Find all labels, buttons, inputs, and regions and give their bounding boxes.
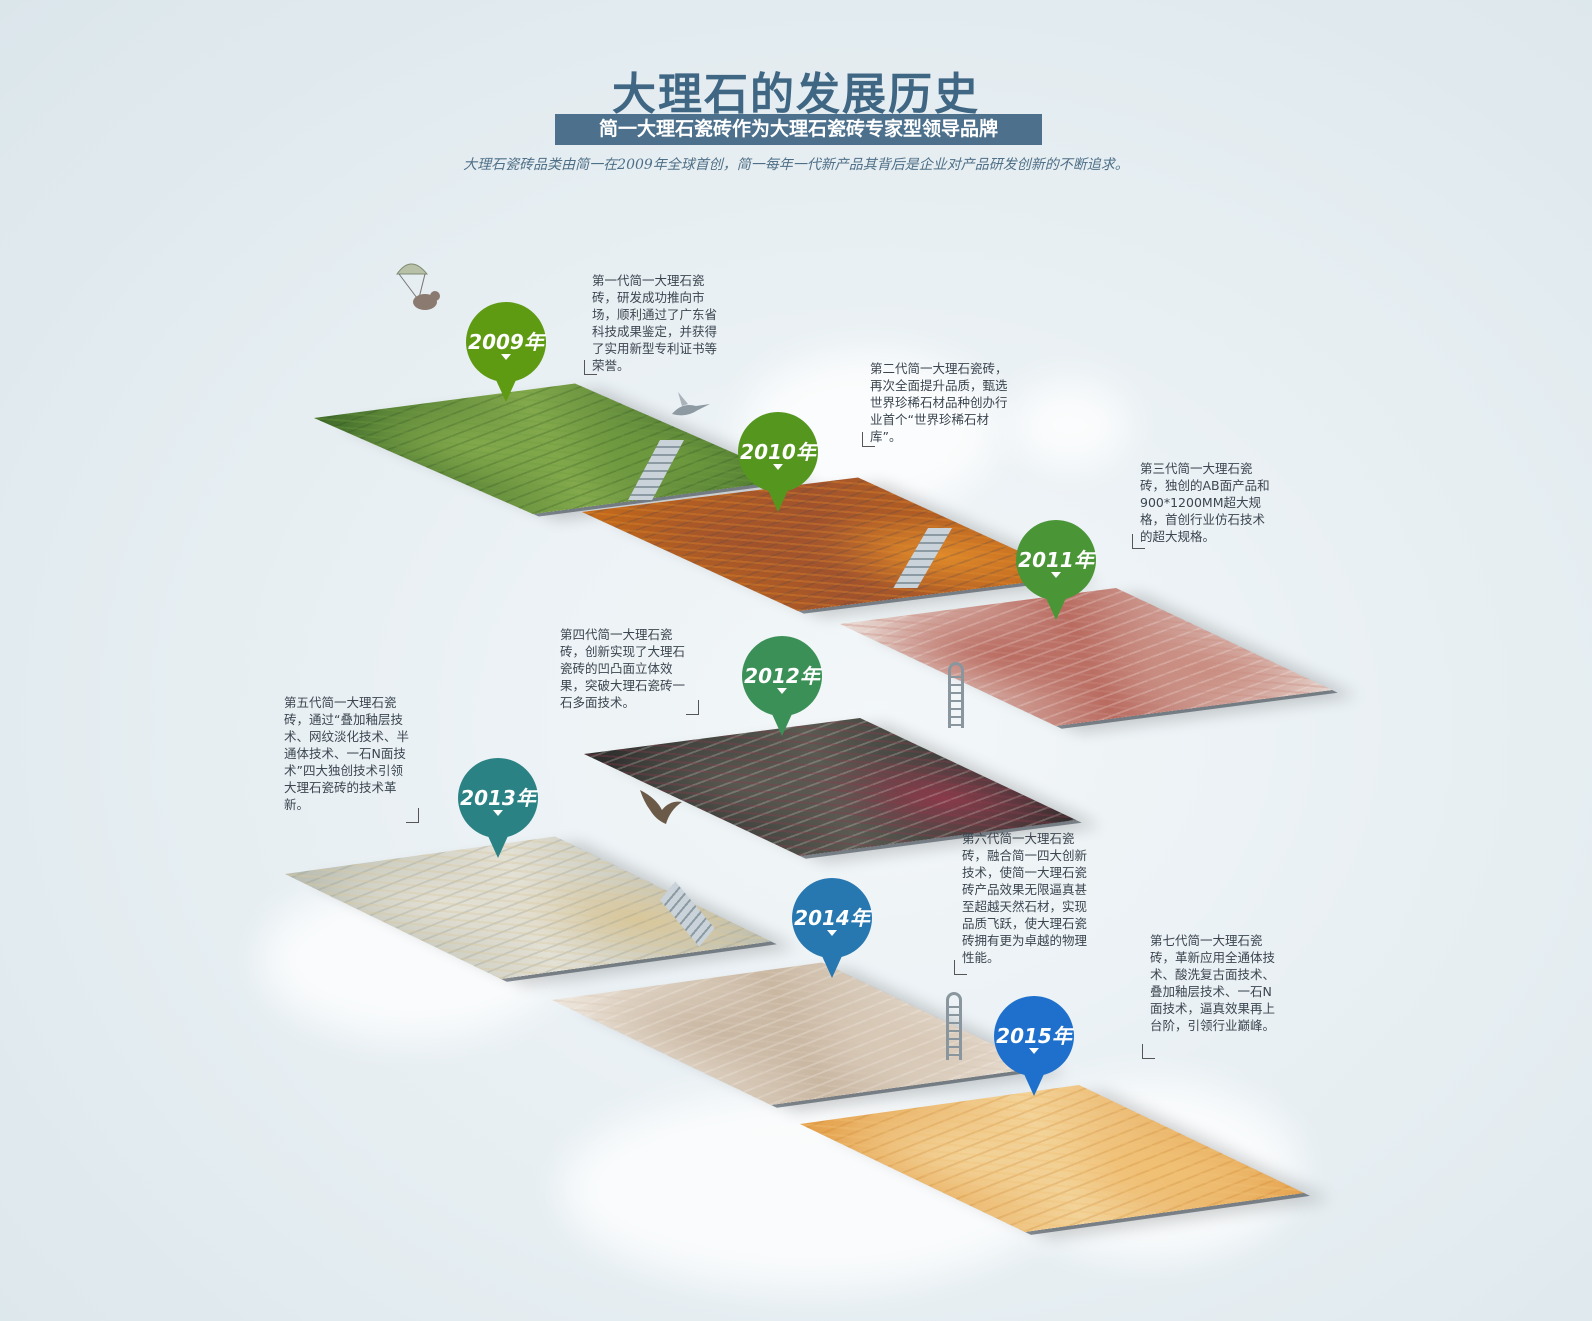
chevron-down-icon	[827, 930, 837, 936]
intro-text: 大理石瓷砖品类由简一在2009年全球首创，简一每年一代新产品其背后是企业对产品研…	[463, 157, 1129, 173]
text-bracket	[862, 432, 875, 447]
milestone-text-2010: 第二代简一大理石瓷砖，再次全面提升品质，甄选世界珍稀石材品种创办行业首个“世界珍…	[870, 361, 1008, 444]
pin-tip	[1014, 1052, 1054, 1096]
milestone-text-2013: 第五代简一大理石瓷砖，通过“叠加釉层技术、网纹淡化技术、半通体技术、一石N面技术…	[284, 695, 410, 812]
subtitle-banner: 简一大理石瓷砖作为大理石瓷砖专家型领导品牌	[555, 114, 1042, 145]
milestone-text-2011: 第三代简一大理石瓷砖，独创的AB面产品和900*1200MM超大规格，首创行业仿…	[1140, 461, 1270, 544]
milestone-text-2009: 第一代简一大理石瓷砖，研发成功推向市场，顺利通过了广东省科技成果鉴定，并获得了实…	[592, 273, 718, 373]
year-pin-2012[interactable]: 2012年	[742, 636, 822, 736]
pin-tip	[478, 814, 518, 858]
hummingbird-icon	[672, 392, 710, 416]
chevron-down-icon	[1051, 572, 1061, 578]
milestone-text-2014: 第六代简一大理石瓷砖，融合简一四大创新技术，使简一大理石瓷砖产品效果无限逼真甚至…	[962, 831, 1088, 965]
ladder	[948, 662, 964, 728]
pin-tip	[762, 692, 802, 736]
text-bracket	[954, 960, 967, 975]
tile-2014	[552, 962, 1041, 1105]
pin-tip	[758, 468, 798, 512]
text-bracket	[584, 360, 597, 375]
text-bracket	[1132, 534, 1145, 549]
year-pin-2010[interactable]: 2010年	[738, 412, 818, 512]
year-label: 2010年	[740, 440, 816, 464]
pin-tip	[812, 934, 852, 978]
pin-tip	[1036, 576, 1076, 620]
chevron-down-icon	[1029, 1048, 1039, 1054]
ladder	[946, 992, 962, 1060]
year-pin-2009[interactable]: 2009年	[466, 302, 546, 402]
page-title: 大理石的发展历史	[612, 69, 980, 120]
milestone-text-2012: 第四代简一大理石瓷砖，创新实现了大理石瓷砖的凹凸面立体效果，突破大理石瓷砖一石多…	[560, 627, 686, 710]
year-pin-2011[interactable]: 2011年	[1016, 520, 1096, 620]
year-label: 2009年	[468, 330, 544, 354]
year-pin-2013[interactable]: 2013年	[458, 758, 538, 858]
eagle-icon	[640, 790, 682, 824]
cloud	[1010, 380, 1130, 470]
text-bracket	[406, 808, 419, 823]
year-label: 2014年	[794, 906, 870, 930]
chevron-down-icon	[777, 688, 787, 694]
chevron-down-icon	[773, 464, 783, 470]
pin-tip	[486, 358, 526, 402]
year-label: 2015年	[996, 1024, 1072, 1048]
year-pin-2015[interactable]: 2015年	[994, 996, 1074, 1096]
milestone-text-2015: 第七代简一大理石瓷砖，革新应用全通体技术、酸洗复古面技术、叠加釉层技术、一石N面…	[1150, 933, 1276, 1033]
text-bracket	[686, 700, 699, 715]
parachute-elephant-icon	[396, 263, 440, 310]
year-pin-2014[interactable]: 2014年	[792, 878, 872, 978]
year-label: 2012年	[744, 664, 820, 688]
chevron-down-icon	[493, 810, 503, 816]
chevron-down-icon	[501, 354, 511, 360]
text-bracket	[1142, 1044, 1155, 1059]
year-label: 2011年	[1018, 548, 1094, 572]
year-label: 2013年	[460, 786, 536, 810]
